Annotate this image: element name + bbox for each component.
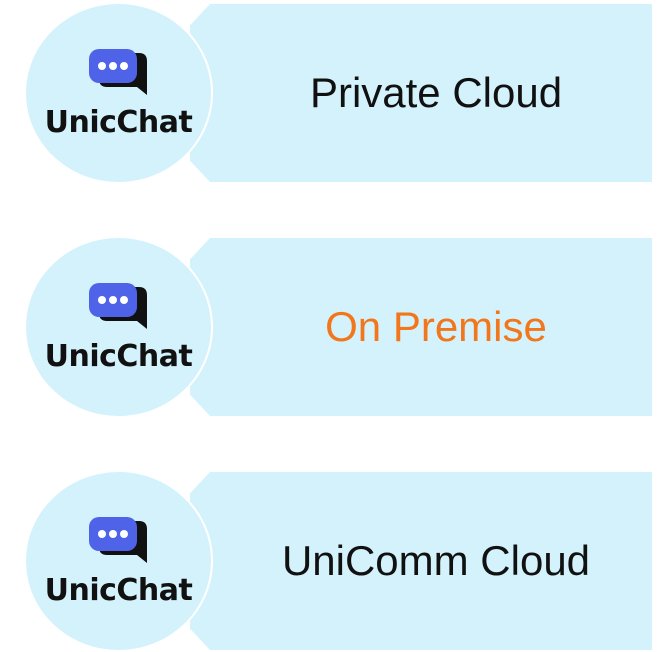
option-unicomm-cloud[interactable]: UniComm Cloud UnicChat bbox=[0, 472, 661, 652]
logo-wordmark: UnicChat bbox=[44, 104, 193, 140]
option-label: Private Cloud bbox=[309, 69, 563, 116]
chat-bubble-icon bbox=[88, 282, 147, 329]
option-banner: UniComm Cloud bbox=[190, 472, 652, 650]
option-private-cloud[interactable]: Private Cloud UnicChat bbox=[0, 4, 661, 184]
option-banner: Private Cloud bbox=[190, 4, 652, 182]
chat-bubble-icon bbox=[88, 516, 147, 563]
logo-badge: UnicChat bbox=[26, 4, 211, 182]
option-label: UniComm Cloud bbox=[281, 537, 591, 584]
logo-badge: UnicChat bbox=[26, 238, 211, 416]
option-banner: On Premise bbox=[190, 238, 652, 416]
logo-badge: UnicChat bbox=[26, 472, 211, 650]
logo-wordmark: UnicChat bbox=[44, 572, 193, 608]
logo-wordmark: UnicChat bbox=[44, 338, 193, 374]
option-on-premise[interactable]: On Premise UnicChat bbox=[0, 238, 661, 418]
chat-bubble-icon bbox=[88, 48, 147, 95]
option-label: On Premise bbox=[325, 303, 547, 350]
